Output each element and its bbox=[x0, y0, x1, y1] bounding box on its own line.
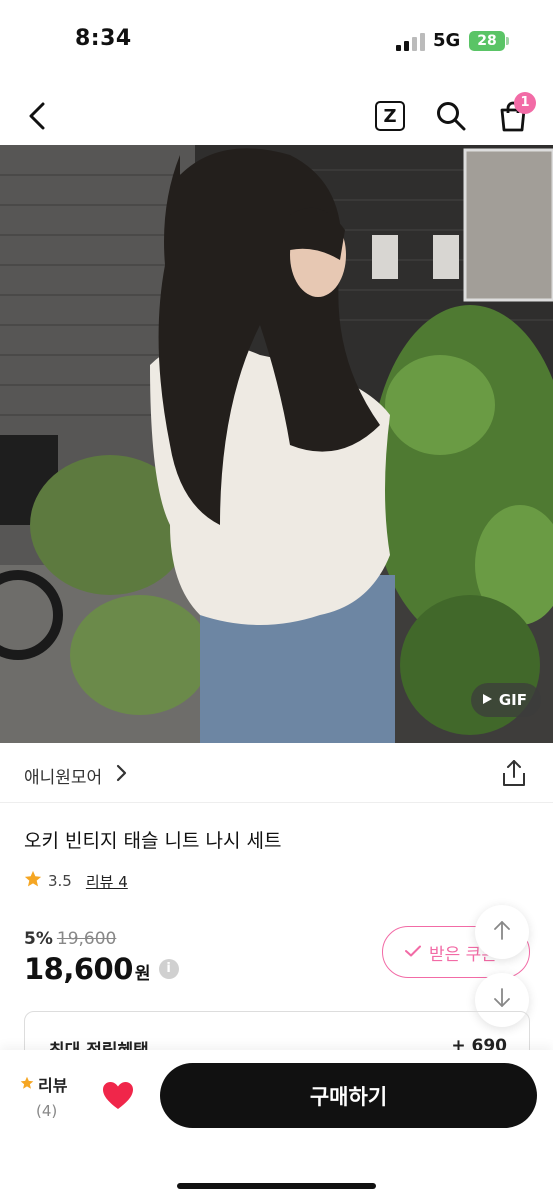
top-nav: Z bbox=[0, 88, 553, 144]
status-bar: 8:34 5G 28 bbox=[0, 0, 553, 80]
original-price: 19,600 bbox=[56, 929, 117, 949]
currency-label: 원 bbox=[134, 964, 151, 984]
heart-icon[interactable] bbox=[101, 1080, 135, 1112]
review-tab-count: (4) bbox=[36, 1102, 58, 1120]
product-title: 오키 빈티지 태슬 니트 나시 세트 bbox=[24, 830, 282, 852]
star-icon bbox=[20, 1075, 34, 1094]
product-image[interactable]: GIF bbox=[0, 145, 553, 743]
play-icon bbox=[481, 691, 493, 709]
discount-row: 5% 19,600 bbox=[24, 929, 116, 949]
gif-badge[interactable]: GIF bbox=[470, 683, 541, 717]
home-indicator bbox=[177, 1183, 376, 1189]
chevron-right-icon bbox=[115, 764, 127, 786]
battery-icon: 28 bbox=[469, 31, 505, 51]
arrow-up-icon bbox=[492, 919, 512, 945]
signal-icon bbox=[396, 33, 426, 51]
z-logo: Z bbox=[375, 101, 405, 131]
scroll-up-button[interactable] bbox=[475, 905, 529, 959]
share-icon[interactable] bbox=[498, 757, 530, 789]
buy-button[interactable]: 구매하기 bbox=[160, 1063, 537, 1128]
bottom-action-bar: 리뷰 (4) 구매하기 bbox=[0, 1050, 553, 1200]
search-icon[interactable] bbox=[431, 96, 471, 136]
z-icon[interactable]: Z bbox=[370, 96, 410, 136]
review-tab-label: 리뷰 bbox=[38, 1076, 68, 1095]
brand-name[interactable]: 애니원모어 bbox=[24, 763, 102, 788]
rating-row: 3.5 리뷰 4 bbox=[24, 870, 128, 892]
sale-price: 18,600 bbox=[24, 952, 133, 986]
rating-value: 3.5 bbox=[48, 872, 72, 890]
arrow-down-icon bbox=[492, 987, 512, 1013]
product-photo bbox=[0, 145, 553, 743]
price-row: 18,600 원 i bbox=[24, 952, 179, 986]
info-icon[interactable]: i bbox=[158, 959, 179, 979]
brand-row[interactable]: 애니원모어 bbox=[0, 743, 553, 803]
back-icon[interactable] bbox=[18, 96, 58, 136]
check-icon bbox=[405, 942, 421, 962]
cart-count-badge: 1 bbox=[514, 92, 536, 114]
star-icon bbox=[24, 870, 42, 892]
status-time: 8:34 bbox=[75, 26, 132, 51]
gif-label: GIF bbox=[498, 691, 527, 709]
discount-rate: 5% bbox=[24, 929, 53, 949]
review-link[interactable]: 리뷰 4 bbox=[86, 871, 128, 892]
battery-tip bbox=[506, 37, 509, 45]
network-label: 5G bbox=[433, 30, 461, 51]
review-tab-label-row: 리뷰 bbox=[20, 1072, 67, 1096]
